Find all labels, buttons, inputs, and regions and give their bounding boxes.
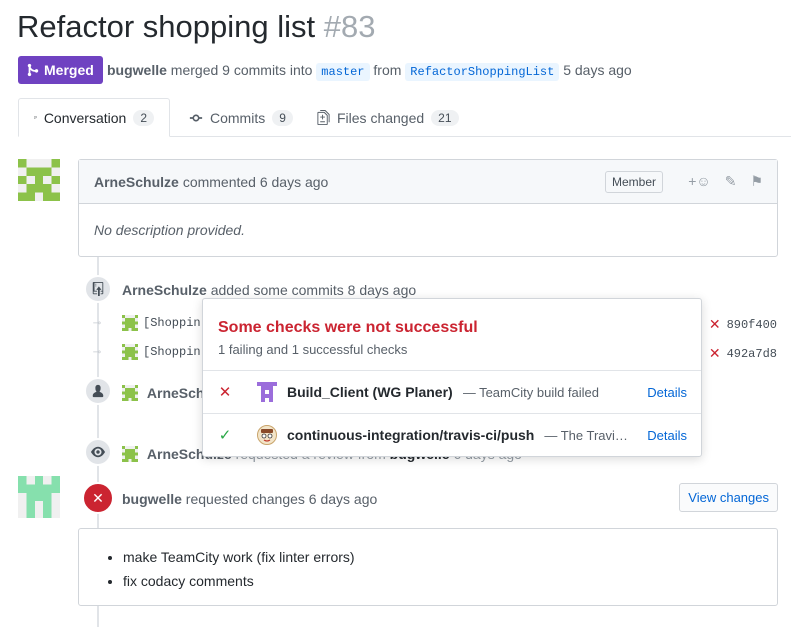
review-author[interactable]: bugwelle [122, 491, 182, 507]
event-action: added some commits 8 days ago [210, 282, 417, 298]
commit-message[interactable]: [Shoppin [143, 345, 201, 359]
tab-counter: 9 [272, 109, 293, 126]
tab-files-changed[interactable]: Files changed 21 [302, 98, 474, 137]
details-link[interactable]: Details [647, 428, 687, 443]
review-body: make TeamCity work (fix linter errors) f… [78, 528, 778, 606]
popover-subtitle: 1 failing and 1 successful checks [218, 342, 408, 357]
event-author[interactable]: ArneSchulze [122, 282, 207, 298]
sha-text[interactable]: 890f400 [727, 318, 777, 332]
repo-push-icon [84, 275, 112, 303]
comment-action: commented 6 days ago [182, 173, 329, 190]
comment-actions: +☺ ✎ ⚑ [688, 173, 763, 190]
popover-header: Some checks were not successful 1 failin… [203, 299, 701, 370]
x-icon[interactable]: ✕ [709, 345, 721, 362]
member-badge: Member [604, 171, 663, 193]
state-label: Merged [44, 62, 94, 78]
avatar-bugwelle[interactable] [18, 476, 60, 518]
view-changes-button[interactable]: View changes [679, 483, 778, 512]
pr-author-link[interactable]: bugwelle [107, 62, 167, 78]
tab-label: Files changed [337, 109, 425, 126]
x-icon: ✕ [218, 384, 232, 401]
commit-sha: ✕ 890f400 [709, 316, 777, 333]
avatar-arneschulze[interactable] [18, 159, 60, 201]
report-icon[interactable]: ⚑ [750, 173, 763, 190]
review-list: make TeamCity work (fix linter errors) f… [107, 545, 777, 593]
list-item: fix codacy comments [123, 569, 777, 593]
check-row: ✓ continuous-integration/travis-ci/push … [203, 413, 701, 456]
from-text: from [373, 62, 402, 78]
commit-dot-icon: ⊸ [92, 346, 102, 358]
pr-title: Refactor shopping list #83 [17, 9, 375, 45]
file-diff-icon [317, 110, 330, 125]
base-branch[interactable]: master [316, 63, 370, 81]
commit-dot-icon: ⊸ [92, 317, 102, 329]
merged-time: 5 days ago [563, 62, 632, 78]
popover-title: Some checks were not successful [218, 319, 478, 336]
check-description: — TeamCity build failed [462, 384, 600, 400]
commit-icon [189, 114, 203, 121]
details-link[interactable]: Details [647, 385, 687, 400]
pencil-icon[interactable]: ✎ [725, 173, 737, 190]
commit-message[interactable]: [Shoppin [143, 316, 201, 330]
check-name: continuous-integration/travis-ci/push [287, 427, 535, 443]
comment-body: No description provided. [94, 222, 245, 238]
add-reaction-icon[interactable]: +☺ [688, 173, 710, 190]
pr-number: #83 [323, 9, 376, 44]
commit-sha: ✕ 492a7d8 [709, 345, 777, 362]
check-icon: ✓ [218, 427, 232, 444]
tab-commits[interactable]: Commits 9 [174, 98, 308, 137]
sha-text[interactable]: 492a7d8 [727, 347, 777, 361]
list-item: make TeamCity work (fix linter errors) [123, 545, 777, 569]
merge-icon [27, 63, 39, 77]
tab-counter: 21 [431, 109, 459, 126]
pr-meta: bugwelle merged 9 commits into master fr… [107, 62, 632, 81]
tab-label: Conversation [43, 109, 127, 126]
tab-label: Commits [210, 109, 266, 126]
check-description: — The Travis C... [544, 427, 629, 443]
tab-counter: 2 [133, 109, 154, 126]
commit-avatar [122, 315, 138, 331]
person-icon [84, 377, 112, 405]
pr-title-text: Refactor shopping list [17, 9, 316, 44]
event-avatar [122, 446, 138, 462]
check-row: ✕ Build_Client (WG Planer) — TeamCity bu… [203, 370, 701, 413]
eye-icon [84, 438, 112, 466]
conversation-icon [34, 116, 37, 119]
head-branch[interactable]: RefactorShoppingList [405, 63, 560, 81]
x-icon[interactable]: ✕ [709, 316, 721, 333]
assign-event-text: ArneSchu [122, 385, 213, 401]
travis-avatar [257, 425, 277, 445]
event-avatar [122, 385, 138, 401]
review-event-text: bugwelle requested changes 6 days ago [122, 491, 377, 507]
teamcity-avatar [257, 382, 277, 402]
tab-conversation[interactable]: Conversation 2 [18, 98, 170, 137]
check-name: Build_Client (WG Planer) [287, 384, 453, 400]
commit-row: ⊸ [Shoppin [90, 313, 201, 333]
review-action: requested changes 6 days ago [185, 491, 378, 507]
comment-box: ArneSchulze commented 6 days ago Member … [78, 159, 778, 257]
commit-avatar [122, 344, 138, 360]
checks-popover: Some checks were not successful 1 failin… [202, 298, 702, 457]
commits-event-text: ArneSchulze added some commits 8 days ag… [122, 282, 416, 298]
x-icon: ✕ [82, 482, 114, 514]
commit-row: ⊸ [Shoppin [90, 342, 201, 362]
merged-state-badge: Merged [18, 56, 103, 84]
comment-author[interactable]: ArneSchulze [94, 174, 179, 190]
comment-header: ArneSchulze commented 6 days ago [79, 160, 777, 204]
merged-text: merged 9 commits into [170, 62, 313, 78]
